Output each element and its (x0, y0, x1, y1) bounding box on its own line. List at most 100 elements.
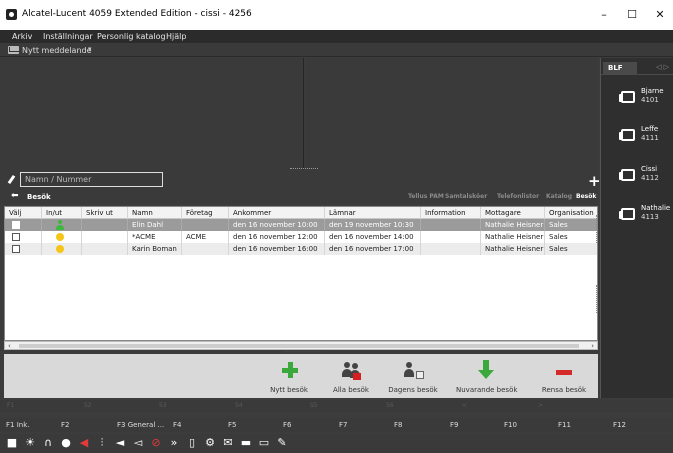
col-lamnar[interactable]: Lämnar (325, 207, 421, 219)
horizontal-scrollbar[interactable]: ‹ › (4, 341, 598, 350)
headset-icon[interactable]: ∩ (42, 437, 54, 449)
scrollbar-thumb[interactable] (19, 344, 579, 348)
cell-information (421, 243, 481, 255)
current-visits-label: Nuvarande besök (456, 386, 518, 394)
fkey-f10[interactable]: F10 (504, 421, 517, 429)
menu-installningar[interactable]: Inställningar (43, 32, 93, 41)
tab-samtalskoer[interactable]: Samtalsköer (445, 193, 487, 200)
clear-visits-button[interactable]: Rensa besök (534, 358, 594, 396)
select-checkbox[interactable] (12, 245, 20, 253)
fkey-f8[interactable]: F8 (394, 421, 402, 429)
blf-name: Cissi (641, 165, 658, 173)
all-visits-button[interactable]: Alla besök (321, 358, 381, 396)
menu-arkiv[interactable]: Arkiv (12, 32, 32, 41)
col-valj[interactable]: Välj (5, 207, 42, 219)
edit-icon[interactable]: ✎ (276, 437, 288, 449)
col-mottagare[interactable]: Mottagare (481, 207, 545, 219)
col-skriv-ut[interactable]: Skriv ut (82, 207, 128, 219)
scroll-left-icon[interactable]: ‹ (8, 342, 11, 350)
microphone-icon[interactable]: ● (60, 437, 72, 449)
table-row[interactable]: Elin Dahl den 16 november 10:00 den 19 n… (5, 219, 597, 231)
pane-splitter[interactable] (285, 351, 321, 353)
expected-status-icon (56, 233, 64, 241)
current-visits-button[interactable]: Nuvarande besök (456, 358, 518, 396)
fkey-f7[interactable]: F7 (339, 421, 347, 429)
softkey[interactable]: < (462, 402, 467, 409)
print-cell[interactable] (82, 243, 128, 255)
close-button[interactable]: ✕ (650, 6, 670, 24)
softkey[interactable]: S2 (84, 402, 92, 409)
softkey[interactable]: F1 (7, 402, 14, 409)
blf-item[interactable]: Leffe 4111 (605, 122, 673, 150)
tab-besok[interactable]: Besök (576, 193, 596, 200)
fkey-f9[interactable]: F9 (450, 421, 458, 429)
fkey-f1[interactable]: F1 Ink. (6, 421, 30, 429)
softkey[interactable]: S6 (386, 402, 394, 409)
back-arrow-icon[interactable]: ⬅ (11, 191, 19, 201)
new-visit-button[interactable]: Nytt besök (259, 358, 319, 396)
col-foretag[interactable]: Företag (182, 207, 229, 219)
section-title: Besök (27, 193, 51, 201)
brightness-icon[interactable]: ☀ (24, 437, 36, 449)
resize-grip[interactable] (596, 285, 599, 313)
menu-personlig-katalog[interactable]: Personlig katalog (97, 32, 166, 41)
table-row[interactable]: *ACME ACME den 16 november 12:00 den 16 … (5, 231, 597, 243)
table-row[interactable]: Karin Boman den 16 november 16:00 den 16… (5, 243, 597, 255)
chevron-down-icon[interactable]: ▾ (88, 45, 92, 53)
forward-icon[interactable]: » (168, 437, 180, 449)
mute-speaker-icon[interactable]: ◀ (78, 437, 90, 449)
softkey[interactable]: S5 (310, 402, 318, 409)
stop-icon[interactable]: ■ (6, 437, 18, 449)
signal-icon: ⫶ (100, 436, 104, 449)
call-pane-right (305, 58, 598, 170)
scroll-right-icon[interactable]: › (591, 342, 594, 350)
col-organisation[interactable]: Organisation (545, 207, 597, 219)
blf-nav-arrows[interactable]: ◁ ▷ (656, 63, 669, 71)
fkey-f4[interactable]: F4 (173, 421, 181, 429)
no-call-icon[interactable]: ⊘ (150, 437, 162, 449)
col-ankommer[interactable]: Ankommer (229, 207, 325, 219)
new-message-button[interactable]: Nytt meddelande (22, 46, 92, 55)
todays-visits-button[interactable]: Dagens besök (383, 358, 443, 396)
book-icon[interactable]: ▯ (186, 437, 198, 449)
volume-down-icon[interactable]: ◄ (114, 437, 126, 449)
volume-up-icon[interactable]: ◅ (132, 437, 144, 449)
tab-tellus-pam[interactable]: Tellus PAM (408, 193, 444, 200)
menu-hjalp[interactable]: Hjälp (166, 32, 186, 41)
col-information[interactable]: Information (421, 207, 481, 219)
phone-icon (619, 129, 635, 141)
print-cell[interactable] (82, 231, 128, 243)
col-in-ut[interactable]: In/ut (42, 207, 82, 219)
blf-item[interactable]: Bjarne 4101 (605, 84, 673, 112)
softkey[interactable]: S3 (159, 402, 167, 409)
fkey-f12[interactable]: F12 (613, 421, 626, 429)
resize-grip[interactable] (596, 215, 599, 243)
maximize-button[interactable]: ☐ (622, 6, 642, 24)
fkey-f3[interactable]: F3 General ... (117, 421, 164, 429)
mail-icon[interactable]: ✉ (222, 437, 234, 449)
search-input[interactable] (20, 172, 163, 187)
blf-tab[interactable]: BLF (603, 62, 637, 74)
fkey-f2[interactable]: F2 (61, 421, 69, 429)
col-namn[interactable]: Namn (128, 207, 182, 219)
print-cell[interactable] (82, 219, 128, 231)
minimize-button[interactable]: – (594, 6, 614, 24)
softkey[interactable]: S4 (235, 402, 243, 409)
blf-item[interactable]: Cissi 4112 (605, 162, 673, 190)
fkey-f11[interactable]: F11 (558, 421, 571, 429)
chat-icon[interactable]: ▬ (240, 437, 252, 449)
fkey-f6[interactable]: F6 (283, 421, 291, 429)
inbox-icon[interactable]: ▭ (258, 437, 270, 449)
select-checkbox[interactable] (12, 233, 20, 241)
blf-item[interactable]: Nathalie 4113 (605, 201, 673, 229)
pin-icon[interactable] (7, 174, 16, 185)
select-checkbox[interactable] (12, 221, 20, 229)
fkey-f5[interactable]: F5 (228, 421, 236, 429)
cell-namn: Karin Boman (128, 243, 182, 255)
settings-icon[interactable]: ⚙ (204, 437, 216, 449)
add-icon[interactable]: + (588, 172, 601, 190)
tab-katalog[interactable]: Katalog (546, 193, 572, 200)
tab-telefonlistor[interactable]: Telefonlistor (497, 193, 539, 200)
softkey[interactable]: > (538, 402, 543, 409)
mail-icon[interactable] (8, 46, 19, 54)
